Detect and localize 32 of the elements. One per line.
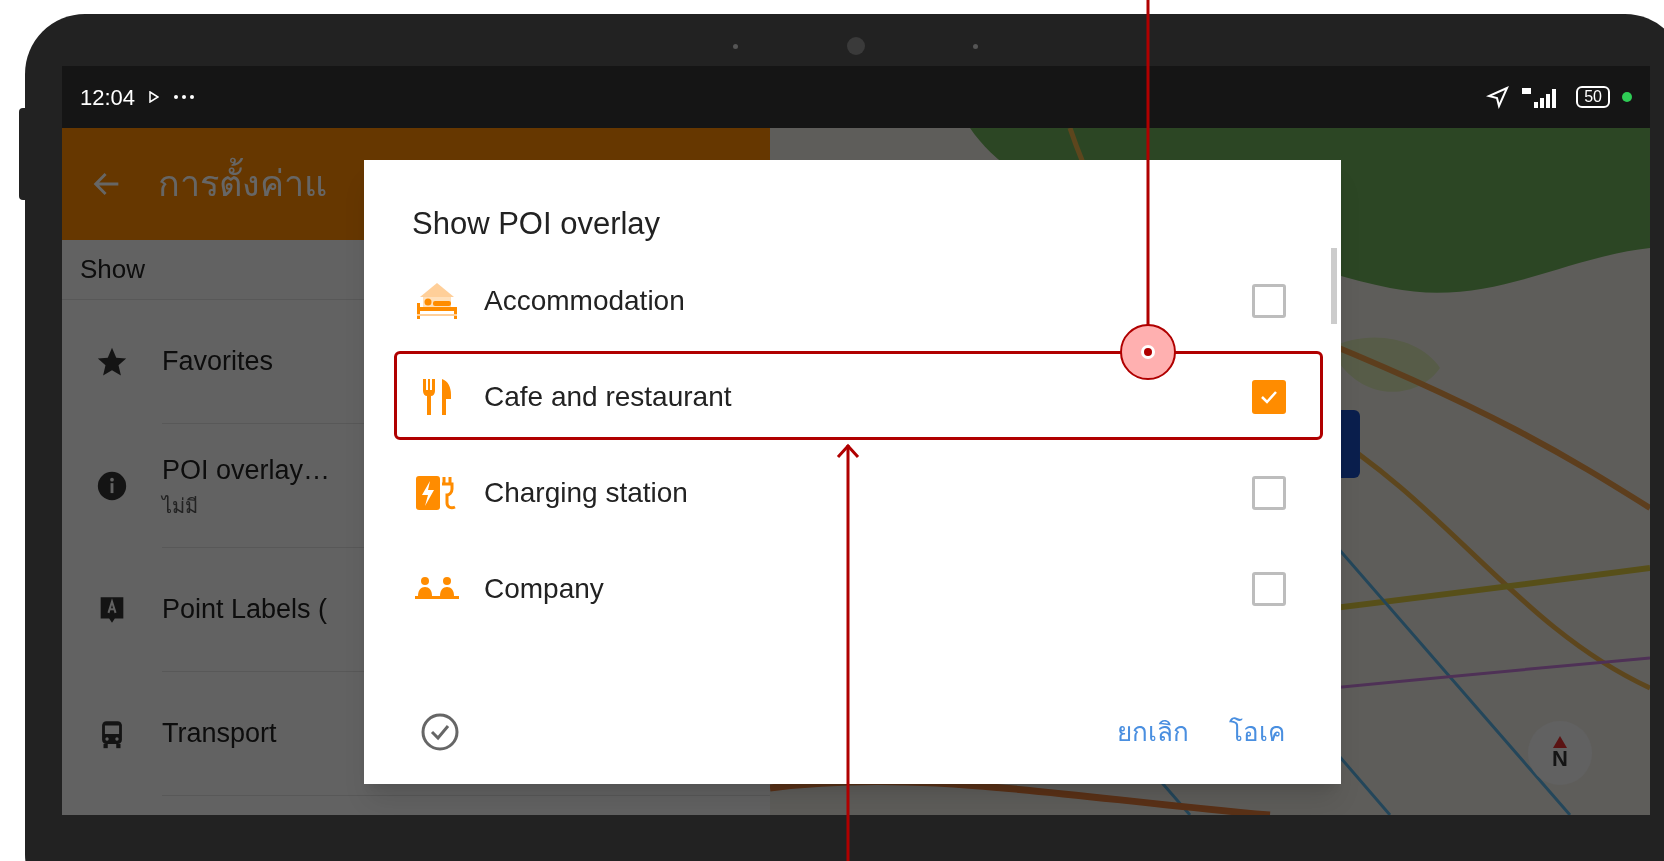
option-label: Company bbox=[484, 572, 605, 606]
option-label: Cafe and restaurant bbox=[484, 380, 733, 414]
more-dots-icon bbox=[173, 94, 196, 100]
camera-lens bbox=[847, 37, 865, 55]
item-subtitle: ไม่มี bbox=[162, 493, 198, 519]
checkbox[interactable] bbox=[1252, 284, 1286, 318]
compass-arrow-icon bbox=[1551, 736, 1569, 748]
item-label: Favorites bbox=[162, 345, 274, 379]
clock-time: 12:04 bbox=[80, 83, 136, 112]
check-circle-icon[interactable] bbox=[420, 712, 460, 752]
item-label: POI overlay… bbox=[162, 454, 331, 488]
info-icon bbox=[95, 469, 129, 503]
checkbox[interactable] bbox=[1252, 476, 1286, 510]
poi-option[interactable]: Accommodation bbox=[364, 253, 1341, 349]
checkbox[interactable] bbox=[1252, 572, 1286, 606]
poi-option[interactable]: Cafe and restaurant bbox=[364, 349, 1341, 445]
play-icon bbox=[149, 91, 160, 103]
section-header: Show bbox=[80, 253, 146, 286]
poi-option[interactable]: Charging station bbox=[364, 445, 1341, 541]
fork-and-knife-icon bbox=[420, 377, 454, 417]
navigation-arrow-icon bbox=[1486, 85, 1511, 109]
app-bar-title: การตั้งค่าแ bbox=[158, 157, 327, 211]
poi-option[interactable]: Company bbox=[364, 541, 1341, 637]
battery-indicator: 50 bbox=[1576, 86, 1610, 108]
checkbox[interactable] bbox=[1252, 380, 1286, 414]
item-label: Transport bbox=[162, 717, 277, 751]
item-label: Point Labels ( bbox=[162, 593, 328, 627]
dialog-title: Show POI overlay bbox=[412, 206, 661, 241]
bed-icon bbox=[414, 281, 460, 321]
option-label: Charging station bbox=[484, 476, 689, 510]
option-label: Accommodation bbox=[484, 284, 686, 318]
compass-label: N bbox=[1552, 748, 1568, 770]
